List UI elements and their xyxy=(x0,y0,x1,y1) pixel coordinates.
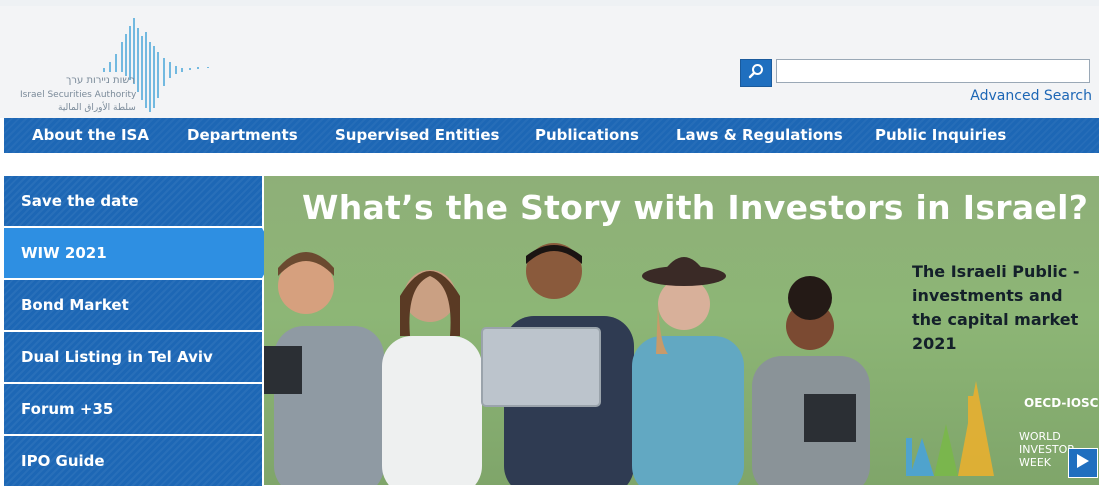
oecd-iosco-logo: OECD-IOSCO xyxy=(1024,396,1099,410)
site-header: רשות ניירות ערך Israel Securities Author… xyxy=(0,6,1099,118)
person-1 xyxy=(264,252,384,485)
person-2 xyxy=(382,270,482,485)
nav-item-publications[interactable]: Publications xyxy=(535,118,639,153)
nav-item-public-inquiries[interactable]: Public Inquiries xyxy=(875,118,1006,153)
sidebar-item-forum-35[interactable]: Forum +35 xyxy=(4,384,262,434)
hero-banner[interactable]: What’s the Story with Investors in Israe… xyxy=(264,176,1099,485)
logo-text-hebrew: רשות ניירות ערך xyxy=(66,75,136,86)
person-4 xyxy=(632,257,744,485)
banner-subtitle: The Israeli Public -investments and the … xyxy=(912,262,1080,353)
nav-item-supervised-entities[interactable]: Supervised Entities xyxy=(335,118,499,153)
person-3 xyxy=(481,243,634,485)
main-nav: About the ISA Departments Supervised Ent… xyxy=(4,118,1099,153)
search-input[interactable] xyxy=(776,59,1090,83)
logo-text-english: Israel Securities Authority xyxy=(20,90,137,100)
sidebar-item-ipo-guide[interactable]: IPO Guide xyxy=(4,436,262,486)
advanced-search-link[interactable]: Advanced Search xyxy=(970,88,1092,104)
search-button[interactable] xyxy=(740,59,772,87)
search-icon xyxy=(748,63,764,83)
nav-item-departments[interactable]: Departments xyxy=(187,118,298,153)
sidebar: Save the date WIW 2021 Bond Market Dual … xyxy=(4,176,276,486)
nav-item-about[interactable]: About the ISA xyxy=(32,118,149,153)
sidebar-item-bond-market[interactable]: Bond Market xyxy=(4,280,262,330)
nav-item-laws-regulations[interactable]: Laws & Regulations xyxy=(676,118,843,153)
logo-text-arabic: سلطة الأوراق المالية xyxy=(58,103,136,113)
sidebar-item-dual-listing[interactable]: Dual Listing in Tel Aviv xyxy=(4,332,262,382)
wiw-logo-graphic xyxy=(906,381,994,476)
person-5 xyxy=(752,276,870,485)
isa-logo[interactable]: רשות ניירות ערך Israel Securities Author… xyxy=(18,12,218,120)
banner-title: What’s the Story with Investors in Israe… xyxy=(302,188,1089,227)
sidebar-item-save-the-date[interactable]: Save the date xyxy=(4,176,262,226)
play-icon xyxy=(1076,453,1090,473)
play-button[interactable] xyxy=(1068,448,1098,478)
sidebar-item-wiw-2021[interactable]: WIW 2021 xyxy=(4,228,276,278)
